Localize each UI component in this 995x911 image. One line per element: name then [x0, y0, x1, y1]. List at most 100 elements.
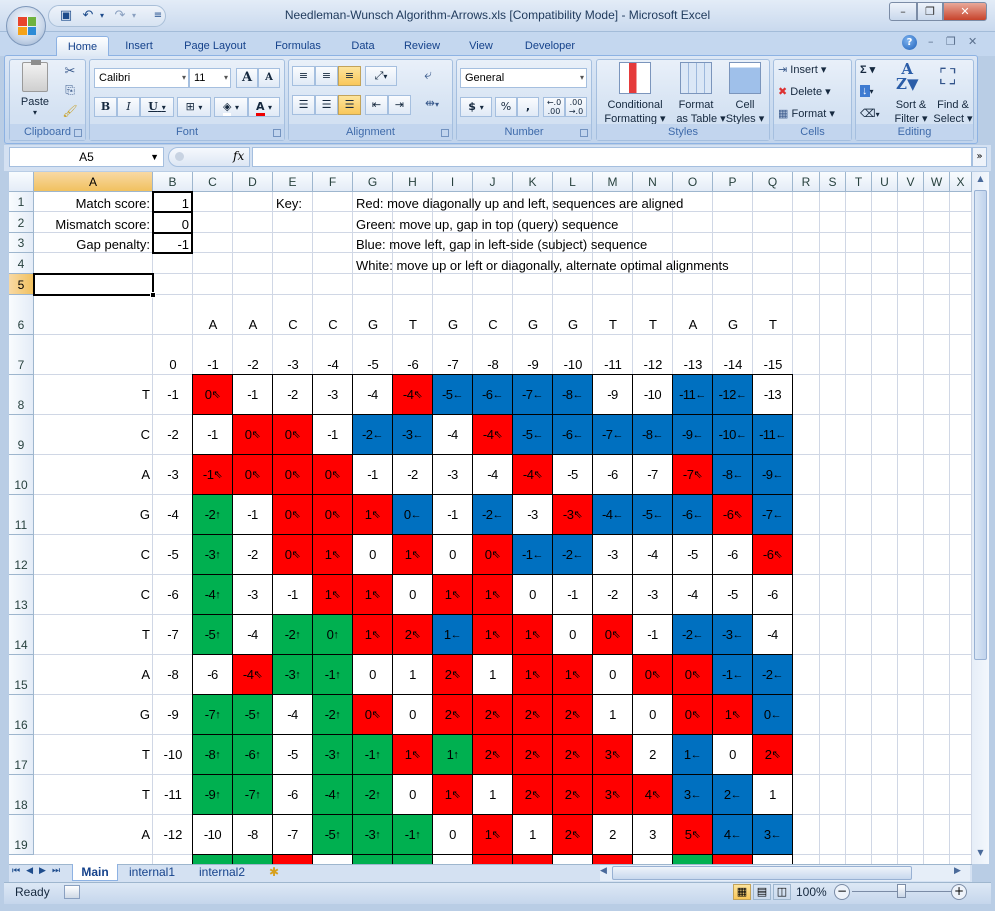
score-cell[interactable]: 0 ⇖ [232, 454, 273, 495]
worksheet-grid[interactable]: ABCDEFGHIJKLMNOPQRSTUVWX 1 2 3 4 5 6 7 8 9 10 11 12… [9, 172, 972, 864]
save-icon[interactable]: ▣ [58, 8, 74, 24]
score-cell[interactable]: -6 ↑ [232, 734, 273, 775]
score-cell[interactable]: 1 ⇖ [472, 574, 513, 615]
comma-button[interactable]: , [517, 97, 539, 117]
font-color-button[interactable]: A ▾ [248, 97, 280, 117]
score-cell[interactable]: 0 ⇖ [232, 414, 273, 455]
score-cell[interactable]: -9 [592, 374, 633, 415]
delete-cells-button[interactable]: ✖ Delete ▾ [778, 85, 848, 103]
increase-indent-button[interactable]: ⇥ [388, 95, 411, 115]
font-launcher-icon[interactable] [273, 129, 281, 137]
copy-icon[interactable]: ⎘ [62, 83, 78, 99]
column-header-b[interactable]: B [153, 172, 193, 192]
score-cell[interactable]: -5 ← [432, 374, 473, 415]
score-cell[interactable]: 1 ← [672, 734, 713, 775]
alignment-launcher-icon[interactable] [441, 129, 449, 137]
column-header-s[interactable]: S [820, 172, 846, 192]
score-cell[interactable]: 1 ⇖ [512, 614, 553, 655]
cut-icon[interactable]: ✂ [62, 63, 78, 79]
score-cell[interactable]: 2 [592, 814, 633, 855]
score-cell[interactable]: 1 [752, 774, 793, 815]
score-cell[interactable]: 1 [472, 774, 513, 815]
score-cell[interactable]: 4 ← [712, 814, 753, 855]
score-cell[interactable]: -1 [312, 414, 353, 455]
format-painter-icon[interactable]: 🖌 [62, 104, 78, 120]
score-cell[interactable] [512, 854, 553, 864]
score-cell[interactable]: 1 ⇖ [712, 694, 753, 735]
macro-record-icon[interactable] [64, 885, 80, 899]
score-cell[interactable]: -5 [672, 534, 713, 575]
column-header-u[interactable]: U [872, 172, 898, 192]
score-cell[interactable]: 2 ⇖ [552, 814, 593, 855]
align-center-button[interactable]: ☰ [315, 95, 338, 115]
row-header-12[interactable]: 12 [9, 535, 34, 575]
score-cell[interactable]: -7 ↑ [192, 694, 233, 735]
scroll-down-icon[interactable]: ▼ [974, 848, 987, 862]
paste-button[interactable]: Paste ▾ [14, 60, 56, 124]
score-cell[interactable]: -2 ← [472, 494, 513, 535]
sheet-tab-main[interactable]: Main [72, 864, 118, 881]
score-cell[interactable]: -9 ← [752, 454, 793, 495]
score-cell[interactable]: -4 [232, 614, 273, 655]
score-cell[interactable]: -6 [272, 774, 313, 815]
score-cell[interactable]: 2 ⇖ [512, 694, 553, 735]
score-cell[interactable]: -4 ↑ [312, 774, 353, 815]
score-cell[interactable]: -2 ↑ [192, 494, 233, 535]
fill-color-button[interactable]: ◈ ▾ [214, 97, 248, 117]
score-cell[interactable]: 0 ⇖ [312, 494, 353, 535]
score-cell[interactable]: 1 ⇖ [472, 814, 513, 855]
score-cell[interactable]: -1 [352, 454, 393, 495]
autosum-button[interactable]: Σ ▾ [860, 63, 888, 81]
score-cell[interactable]: 2 ⇖ [512, 734, 553, 775]
score-cell[interactable]: -3 ← [392, 414, 433, 455]
score-cell[interactable]: -1 ↑ [392, 814, 433, 855]
score-cell[interactable]: 2 ⇖ [552, 774, 593, 815]
score-cell[interactable]: 0 ⇖ [272, 414, 313, 455]
score-cell[interactable] [352, 854, 393, 864]
score-cell[interactable]: -8 ↑ [192, 734, 233, 775]
row-header-15[interactable]: 15 [9, 655, 34, 695]
score-cell[interactable]: 2 ⇖ [752, 734, 793, 775]
score-cell[interactable]: 3 ⇖ [592, 774, 633, 815]
score-cell[interactable]: 2 ⇖ [432, 654, 473, 695]
score-cell[interactable]: -11 ← [752, 414, 793, 455]
score-cell[interactable]: -6 [712, 534, 753, 575]
score-cell[interactable]: 1 [512, 814, 553, 855]
column-header-d[interactable]: D [233, 172, 273, 192]
score-cell[interactable]: 2 ⇖ [432, 694, 473, 735]
score-cell[interactable]: 2 ⇖ [472, 734, 513, 775]
score-cell[interactable]: 1 [592, 694, 633, 735]
score-cell[interactable]: -4 ⇖ [472, 414, 513, 455]
score-cell[interactable]: 3 ⇖ [592, 734, 633, 775]
row-header-19[interactable]: 19 [9, 815, 34, 855]
score-cell[interactable]: -5 ↑ [192, 614, 233, 655]
score-cell[interactable]: 1 ⇖ [352, 574, 393, 615]
tab-home[interactable]: Home [56, 36, 109, 56]
score-cell[interactable]: 1 ⇖ [432, 774, 473, 815]
score-cell[interactable]: 0 [352, 654, 393, 695]
format-cells-button[interactable]: ▦ Format ▾ [778, 107, 848, 125]
tab-formulas[interactable]: Formulas [266, 36, 330, 56]
column-header-e[interactable]: E [273, 172, 313, 192]
score-cell[interactable]: -1 ← [712, 654, 753, 695]
column-header-m[interactable]: M [593, 172, 633, 192]
score-cell[interactable]: 1 [392, 654, 433, 695]
column-header-q[interactable]: Q [753, 172, 793, 192]
column-header-g[interactable]: G [353, 172, 393, 192]
score-cell[interactable]: -2 ← [352, 414, 393, 455]
align-bottom-button[interactable]: ≡ [338, 66, 361, 86]
align-top-button[interactable]: ≡ [292, 66, 315, 86]
column-header-l[interactable]: L [553, 172, 593, 192]
score-cell[interactable]: 0 [352, 534, 393, 575]
score-cell[interactable] [272, 854, 313, 864]
score-cell[interactable]: -6 ← [552, 414, 593, 455]
insert-sheet-icon[interactable]: ✱ [262, 864, 286, 881]
score-cell[interactable]: -2 [232, 534, 273, 575]
normal-view-icon[interactable]: ▦ [733, 884, 751, 900]
score-cell[interactable]: 0 ⇖ [592, 614, 633, 655]
score-cell[interactable]: -9 ← [672, 414, 713, 455]
cell-styles-button[interactable]: Cell Styles ▾ [723, 62, 767, 125]
column-header-p[interactable]: P [713, 172, 753, 192]
ribbon-close-icon[interactable]: ✕ [968, 35, 977, 48]
font-size-select[interactable]: 11 ▾ [189, 68, 231, 88]
